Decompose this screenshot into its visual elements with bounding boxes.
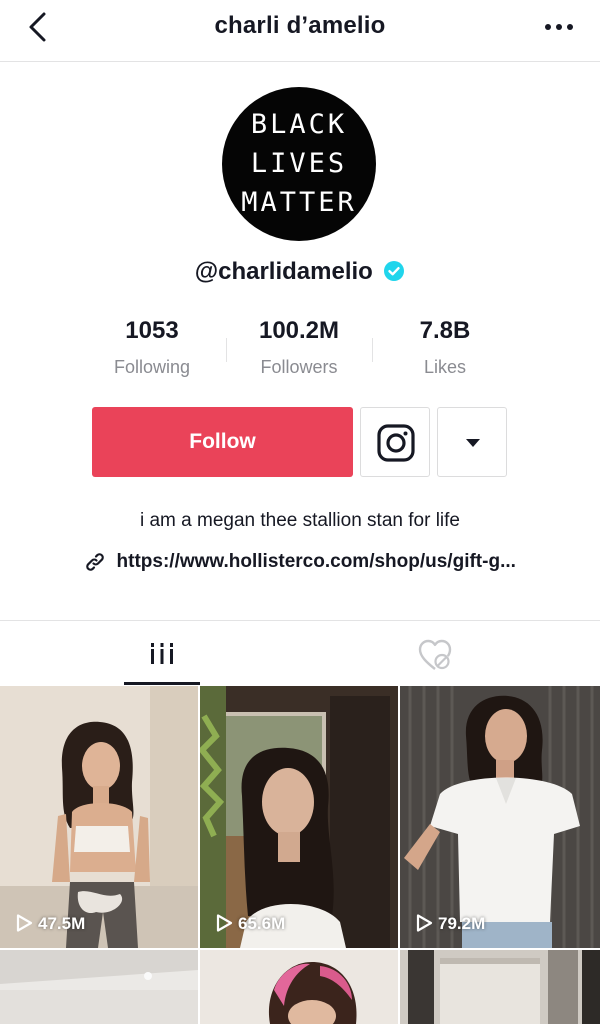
follow-button[interactable]: Follow: [92, 407, 353, 477]
bio-link-text: https://www.hollisterco.com/shop/us/gift…: [116, 551, 516, 572]
handle-row: @charlidamelio: [0, 258, 600, 286]
liked-hidden-icon: [418, 639, 452, 670]
video-frame-image: [0, 686, 198, 948]
video-frame-image: [400, 686, 600, 948]
video-grid: 47.5M 65.6M 79.2M: [0, 686, 600, 1024]
video-frame-image: [200, 686, 398, 948]
top-bar: charli d’amelio: [0, 0, 600, 62]
tab-videos[interactable]: [124, 621, 200, 687]
avatar[interactable]: BLACK LIVES MATTER: [222, 87, 376, 241]
more-options-button[interactable]: [542, 14, 576, 40]
stat-label: Followers: [260, 357, 338, 377]
video-thumbnail[interactable]: 65.6M: [200, 686, 398, 948]
stat-likes: 7.8B Likes: [370, 317, 520, 378]
caret-down-icon: [466, 439, 480, 447]
view-count: 79.2M: [414, 913, 485, 934]
suggested-accounts-dropdown[interactable]: [437, 407, 507, 477]
username-handle: @charlidamelio: [194, 258, 373, 285]
play-icon: [16, 914, 33, 932]
stat-value: 1053: [125, 317, 179, 344]
more-dots-icon: [545, 24, 573, 30]
stat-label: Likes: [423, 357, 467, 377]
instagram-icon: [377, 424, 415, 462]
stat-label: Following: [113, 357, 191, 377]
bio-text: i am a megan thee stallion stan for life: [139, 510, 460, 531]
video-thumbnail[interactable]: [400, 950, 600, 1024]
instagram-button[interactable]: [360, 407, 430, 477]
bio-link[interactable]: https://www.hollisterco.com/shop/us/gift…: [0, 551, 600, 573]
video-frame-image: [0, 950, 198, 1024]
page-title: charli d’amelio: [214, 12, 386, 39]
stat-value: 7.8B: [419, 317, 471, 344]
active-tab-indicator: [124, 682, 200, 685]
tab-liked[interactable]: [412, 635, 458, 675]
avatar-text: BLACK LIVES MATTER: [241, 109, 357, 218]
profile-tabs: [0, 620, 600, 686]
play-icon: [416, 914, 433, 932]
video-thumbnail[interactable]: 79.2M: [400, 686, 600, 948]
link-icon: [86, 553, 104, 571]
video-frame-image: [400, 950, 600, 1024]
grid-icon: [151, 643, 173, 664]
verified-badge-icon: [384, 261, 405, 281]
stat-followers[interactable]: 100.2M Followers: [224, 317, 374, 378]
video-thumbnail[interactable]: [200, 950, 398, 1024]
stat-value: 100.2M: [258, 317, 340, 344]
video-thumbnail[interactable]: [0, 950, 198, 1024]
video-thumbnail[interactable]: 47.5M: [0, 686, 198, 948]
view-count: 65.6M: [214, 913, 285, 934]
stat-following[interactable]: 1053 Following: [77, 317, 227, 378]
play-icon: [216, 914, 233, 932]
video-frame-image: [200, 950, 398, 1024]
view-count: 47.5M: [14, 913, 85, 934]
